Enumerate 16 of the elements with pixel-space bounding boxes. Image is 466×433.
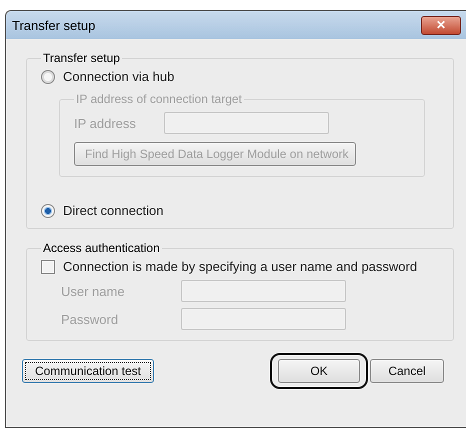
radio-option[interactable]: Connection via hub [41, 69, 443, 84]
dialog-button[interactable]: OK [278, 359, 360, 383]
checkbox-option[interactable]: Connection is made by specifying a user name and password [41, 259, 443, 274]
dialog-button[interactable]: Cancel [370, 359, 444, 383]
field-label: IP address [74, 116, 137, 130]
field-label: Password [61, 312, 120, 326]
dialog-button[interactable]: Communication test [22, 359, 154, 383]
radio-icon[interactable] [41, 204, 55, 218]
window-title: Transfer setup [12, 18, 96, 32]
group-title: IP address of connection target [75, 92, 243, 106]
field-label: User name [61, 284, 126, 298]
group-title: Access authentication [42, 241, 161, 255]
group-title: Transfer setup [42, 51, 121, 65]
radio-icon[interactable] [41, 70, 55, 84]
checkbox[interactable] [41, 260, 55, 274]
radio-option[interactable]: Direct connection [41, 203, 443, 218]
